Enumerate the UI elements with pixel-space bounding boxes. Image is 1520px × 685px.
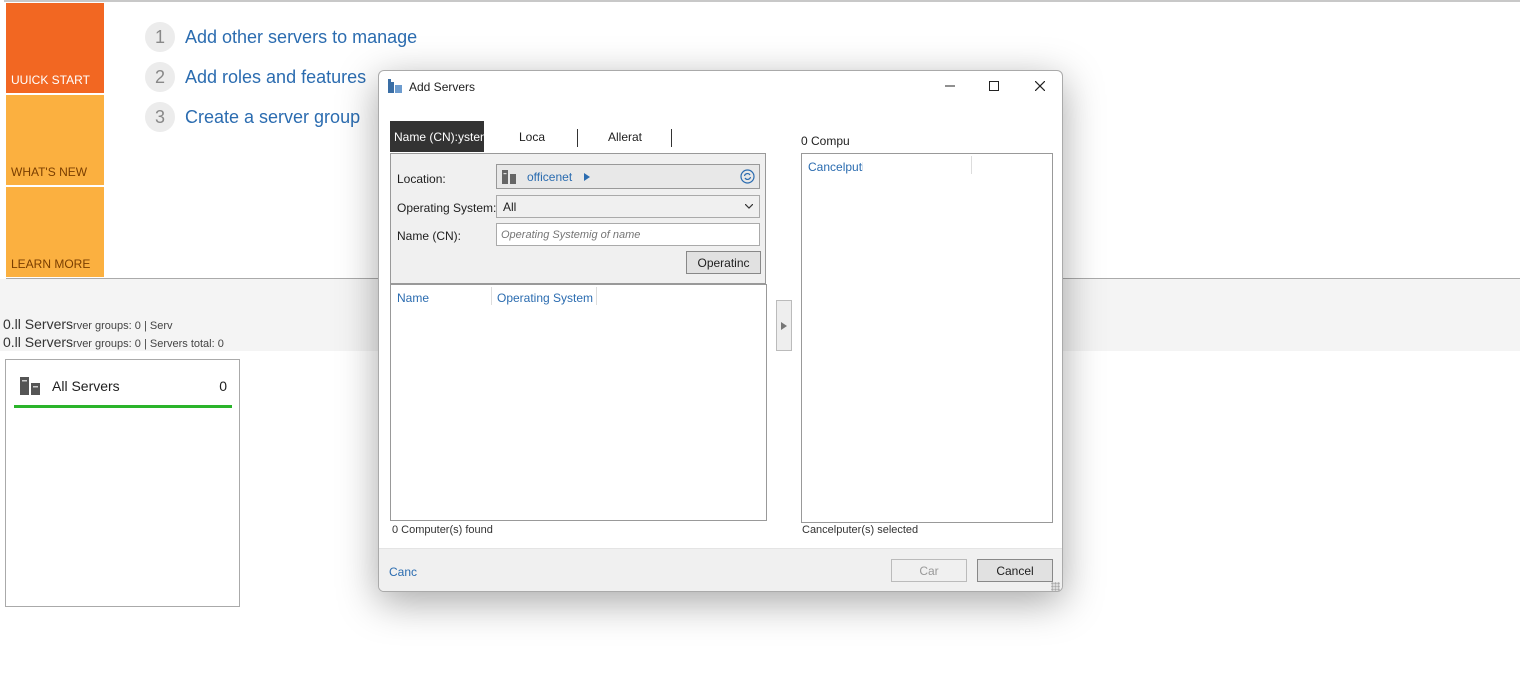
step-create-group[interactable]: 3 Create a server group: [145, 102, 360, 132]
card-count: 0: [219, 378, 227, 394]
find-now-button[interactable]: Operatinc: [686, 251, 761, 274]
location-value: officenet: [527, 170, 573, 184]
step-add-roles[interactable]: 2 Add roles and features: [145, 62, 366, 92]
server-icon: [20, 377, 40, 395]
close-icon: [1035, 81, 1045, 91]
tab-active-directory[interactable]: Name (CN):ysten: [390, 121, 484, 152]
add-servers-icon: [388, 79, 402, 93]
os-value: All: [503, 200, 517, 214]
os-label: Operating System:: [397, 201, 497, 215]
close-button[interactable]: [1022, 75, 1058, 97]
step-link[interactable]: Add roles and features: [185, 67, 366, 88]
chevron-down-icon: [745, 204, 753, 209]
dialog-titlebar[interactable]: Add Servers: [379, 71, 1062, 101]
selected-list[interactable]: Cancelputi: [801, 153, 1053, 523]
arrow-right-icon: [781, 321, 787, 330]
summary-text: rver groups: 0 | Serv: [73, 320, 173, 332]
tab-separator: [577, 129, 578, 147]
column-header-os[interactable]: Operating System: [497, 291, 593, 305]
step-link[interactable]: Create a server group: [185, 107, 360, 128]
learn-more-label: LEARN MORE: [11, 257, 91, 271]
add-servers-dialog: Add Servers Name (CN):ysten Loca Allerat…: [378, 70, 1063, 592]
maximize-button[interactable]: [976, 75, 1012, 97]
found-count: 0 Computer(s) found: [392, 524, 493, 536]
column-header-name[interactable]: Name: [397, 291, 429, 305]
card-title: All Servers: [52, 378, 120, 394]
location-picker[interactable]: officenet: [496, 164, 760, 189]
name-label: Name (CN):: [397, 229, 462, 243]
summary-text: rver groups: 0 | Servers total: 0: [73, 338, 224, 350]
tab-dns[interactable]: Loca: [497, 121, 567, 152]
add-to-selected-button[interactable]: [776, 300, 792, 351]
step-number: 2: [145, 62, 175, 92]
search-filter-panel: Location: officenet Operating System: Al…: [390, 153, 766, 284]
whats-new-label: WHAT'S NEW: [11, 165, 88, 179]
learn-more-tile[interactable]: LEARN MORE: [6, 187, 104, 277]
os-dropdown[interactable]: All: [496, 195, 760, 218]
maximize-icon: [989, 81, 999, 91]
domain-icon: [502, 170, 516, 184]
selected-count: Cancelputer(s) selected: [802, 524, 919, 536]
status-bar: [14, 405, 232, 408]
server-manager-window: UUICK START WHAT'S NEW LEARN MORE 1 Add …: [0, 0, 1520, 685]
step-link[interactable]: Add other servers to manage: [185, 27, 417, 48]
step-number: 1: [145, 22, 175, 52]
results-list[interactable]: Name Operating System: [390, 284, 767, 521]
top-border: [4, 0, 1520, 2]
step-add-servers[interactable]: 1 Add other servers to manage: [145, 22, 417, 52]
chevron-right-icon[interactable]: [584, 173, 590, 181]
dialog-title: Add Servers: [409, 80, 476, 94]
column-separator: [596, 287, 597, 305]
quick-start-tile[interactable]: UUICK START: [6, 3, 104, 93]
summary-title: 0.ll Servers: [3, 316, 74, 332]
tab-separator: [671, 129, 672, 147]
minimize-icon: [945, 85, 955, 87]
name-input[interactable]: [496, 223, 760, 246]
dialog-footer: Canc Car Cancel: [379, 548, 1062, 591]
summary-line-1: 0.ll Serversrver groups: 0 | Serv: [3, 316, 172, 332]
summary-line-2: 0.ll Serversrver groups: 0 | Servers tot…: [3, 334, 224, 350]
refresh-icon[interactable]: [740, 169, 755, 184]
location-label: Location:: [397, 172, 446, 186]
cancel-button[interactable]: Cancel: [977, 559, 1053, 582]
selected-header: 0 Compu: [801, 134, 850, 148]
all-servers-card[interactable]: All Servers 0: [5, 359, 240, 607]
whats-new-tile[interactable]: WHAT'S NEW: [6, 95, 104, 185]
help-link[interactable]: Canc: [389, 565, 417, 579]
step-number: 3: [145, 102, 175, 132]
column-separator: [971, 156, 972, 174]
quick-start-label: UUICK START: [11, 73, 90, 87]
column-separator: [491, 287, 492, 305]
minimize-button[interactable]: [932, 75, 968, 97]
ok-button[interactable]: Car: [891, 559, 967, 582]
tab-import[interactable]: Allerat: [585, 121, 665, 152]
resize-grip[interactable]: [1051, 582, 1060, 591]
summary-title: 0.ll Servers: [3, 334, 74, 350]
column-header-computer[interactable]: Cancelputi: [808, 160, 863, 174]
